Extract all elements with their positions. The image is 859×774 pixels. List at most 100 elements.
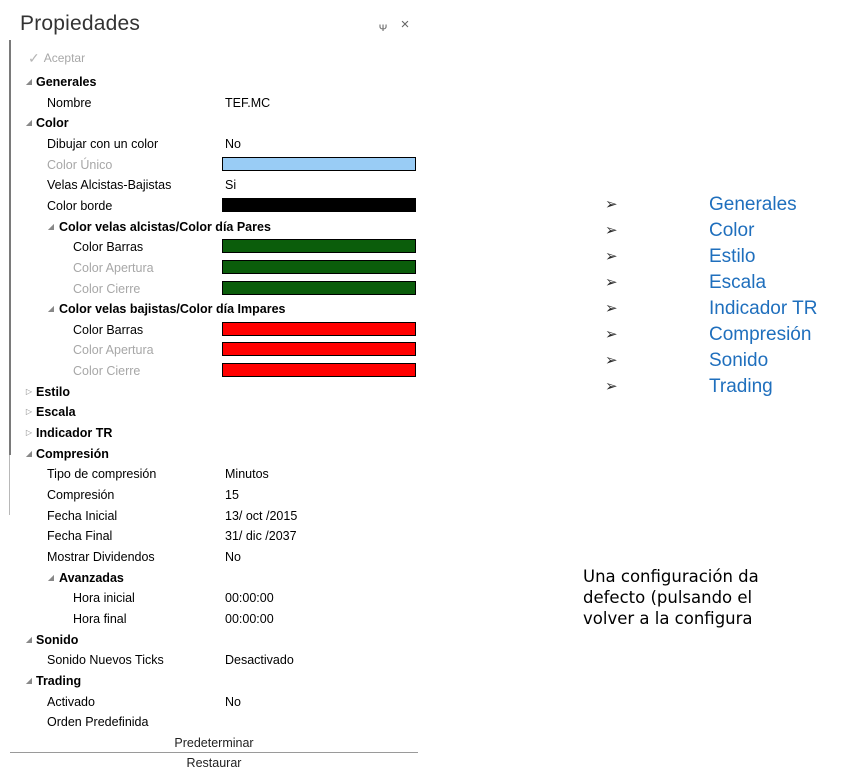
- property-value[interactable]: No: [225, 134, 241, 154]
- property-value[interactable]: 31/ dic /2037: [225, 526, 297, 546]
- property-label: Sonido: [36, 633, 79, 647]
- bullet-label: Color: [709, 220, 755, 241]
- section-row[interactable]: ◢ Generales: [0, 72, 420, 92]
- default-button[interactable]: Predeterminar: [10, 734, 418, 753]
- property-label: Sonido Nuevos Ticks: [47, 653, 164, 667]
- expand-arrow-icon[interactable]: ▷: [23, 382, 35, 402]
- color-swatch[interactable]: [222, 342, 416, 356]
- description-paragraph: Una configuración da defecto (pulsando el…: [583, 566, 859, 629]
- color-property-row[interactable]: Color Apertura: [0, 258, 420, 278]
- property-value[interactable]: 15: [225, 485, 239, 505]
- property-label: Color velas bajistas/Color día Impares: [59, 302, 286, 316]
- property-row[interactable]: Compresión 15: [0, 485, 420, 505]
- property-value[interactable]: No: [225, 547, 241, 567]
- property-row[interactable]: Fecha Final 31/ dic /2037: [0, 526, 420, 546]
- property-row[interactable]: Nombre TEF.MC: [0, 93, 420, 113]
- color-swatch[interactable]: [222, 239, 416, 253]
- property-label: Dibujar con un color: [47, 137, 159, 151]
- section-row[interactable]: ▷ Escala: [0, 402, 420, 422]
- section-row[interactable]: ▷ Indicador TR: [0, 423, 420, 443]
- color-property-row[interactable]: Color Único: [0, 155, 420, 175]
- property-row[interactable]: Mostrar Dividendos No: [0, 547, 420, 567]
- property-label: Hora inicial: [73, 591, 135, 605]
- subsection-row[interactable]: ◢ Color velas bajistas/Color día Impares: [0, 299, 420, 319]
- color-swatch[interactable]: [222, 322, 416, 336]
- property-label: Velas Alcistas-Bajistas: [47, 178, 172, 192]
- property-row[interactable]: Fecha Inicial 13/ oct /2015: [0, 506, 420, 526]
- property-label: Indicador TR: [36, 426, 113, 440]
- expand-arrow-icon[interactable]: ▷: [23, 402, 35, 422]
- property-value[interactable]: 00:00:00: [225, 588, 274, 608]
- arrow-bullet-icon: ➢: [605, 300, 618, 317]
- section-row[interactable]: ◢ Trading: [0, 671, 420, 691]
- color-property-row[interactable]: Color Barras: [0, 237, 420, 257]
- property-value[interactable]: TEF.MC: [225, 93, 270, 113]
- section-row[interactable]: ▷ Estilo: [0, 382, 420, 402]
- subsection-row[interactable]: ◢ Avanzadas: [0, 568, 420, 588]
- bullet-label: Indicador TR: [709, 298, 818, 319]
- collapse-arrow-icon[interactable]: ◢: [23, 113, 35, 133]
- property-value[interactable]: Desactivado: [225, 650, 294, 670]
- property-value[interactable]: Si: [225, 175, 236, 195]
- close-icon[interactable]: ×: [398, 17, 412, 32]
- property-row[interactable]: Activado No: [0, 692, 420, 712]
- color-property-row[interactable]: Color borde: [0, 196, 420, 216]
- property-row[interactable]: Tipo de compresión Minutos: [0, 464, 420, 484]
- property-value[interactable]: No: [225, 692, 241, 712]
- arrow-bullet-icon: ➢: [605, 274, 618, 291]
- property-label: Color Apertura: [73, 343, 154, 357]
- color-swatch[interactable]: [222, 260, 416, 274]
- accept-button[interactable]: ✓ Aceptar: [28, 49, 85, 67]
- paragraph-line: volver a la configura: [583, 609, 753, 628]
- property-label: Color Único: [47, 158, 113, 172]
- property-label: Nombre: [47, 96, 92, 110]
- arrow-bullet-icon: ➢: [605, 326, 618, 343]
- property-row[interactable]: Hora final 00:00:00: [0, 609, 420, 629]
- collapse-arrow-icon[interactable]: ◢: [45, 217, 57, 237]
- collapse-arrow-icon[interactable]: ◢: [45, 299, 57, 319]
- color-property-row[interactable]: Color Cierre: [0, 361, 420, 381]
- color-property-row[interactable]: Color Cierre: [0, 279, 420, 299]
- property-label: Trading: [36, 674, 82, 688]
- property-label: Avanzadas: [59, 571, 124, 585]
- color-property-row[interactable]: Color Apertura: [0, 340, 420, 360]
- section-row[interactable]: ◢ Compresión: [0, 444, 420, 464]
- restore-button[interactable]: Restaurar: [10, 754, 418, 772]
- bullet-label: Generales: [709, 194, 797, 215]
- color-swatch[interactable]: [222, 281, 416, 295]
- property-row[interactable]: Sonido Nuevos Ticks Desactivado: [0, 650, 420, 670]
- arrow-bullet-icon: ➢: [605, 248, 618, 265]
- collapse-arrow-icon[interactable]: ◢: [23, 72, 35, 92]
- collapse-arrow-icon[interactable]: ◢: [45, 568, 57, 588]
- property-label: Compresión: [36, 447, 109, 461]
- accept-label: Aceptar: [43, 51, 86, 65]
- pin-icon[interactable]: ᴪ: [376, 20, 390, 34]
- panel-title: Propiedades: [20, 12, 141, 35]
- color-swatch[interactable]: [222, 157, 416, 171]
- property-row[interactable]: Velas Alcistas-Bajistas Si: [0, 175, 420, 195]
- property-value[interactable]: 13/ oct /2015: [225, 506, 297, 526]
- section-row[interactable]: ◢ Sonido: [0, 630, 420, 650]
- subsection-row[interactable]: ◢ Color velas alcistas/Color día Pares: [0, 217, 420, 237]
- property-row[interactable]: Orden Predefinida: [0, 712, 420, 732]
- color-swatch[interactable]: [222, 198, 416, 212]
- property-label: Color Cierre: [73, 364, 141, 378]
- color-swatch[interactable]: [222, 363, 416, 377]
- collapse-arrow-icon[interactable]: ◢: [23, 671, 35, 691]
- property-value[interactable]: Minutos: [225, 464, 269, 484]
- expand-arrow-icon[interactable]: ▷: [23, 423, 35, 443]
- property-label: Color: [36, 116, 69, 130]
- property-label: Color Cierre: [73, 282, 141, 296]
- collapse-arrow-icon[interactable]: ◢: [23, 444, 35, 464]
- property-row[interactable]: Dibujar con un color No: [0, 134, 420, 154]
- section-row[interactable]: ◢ Color: [0, 113, 420, 133]
- color-property-row[interactable]: Color Barras: [0, 320, 420, 340]
- property-row[interactable]: Hora inicial 00:00:00: [0, 588, 420, 608]
- bullet-label: Escala: [709, 272, 767, 293]
- property-label: Estilo: [36, 385, 71, 399]
- property-label: Color Apertura: [73, 261, 154, 275]
- collapse-arrow-icon[interactable]: ◢: [23, 630, 35, 650]
- property-label: Generales: [36, 75, 97, 89]
- property-label: Activado: [47, 695, 95, 709]
- property-value[interactable]: 00:00:00: [225, 609, 274, 629]
